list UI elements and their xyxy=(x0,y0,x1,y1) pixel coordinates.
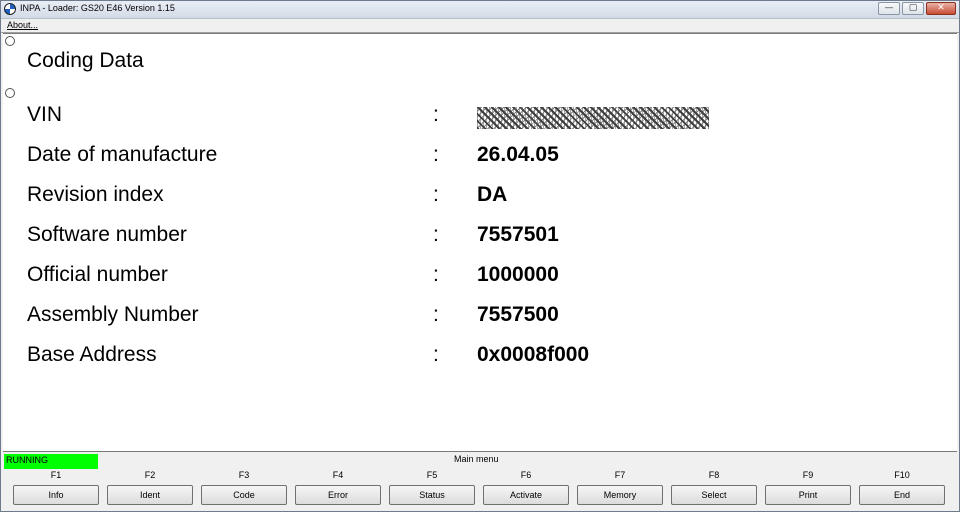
fkey-f4: F4 Error xyxy=(295,470,381,508)
info-button[interactable]: Info xyxy=(13,485,99,505)
menu-bar: About... xyxy=(1,19,959,33)
row-label: Assembly Number xyxy=(27,303,199,326)
function-key-panel: RUNNING Main menu F1 Info F2 Ident F3 Co… xyxy=(3,451,957,510)
row-value: 7557501 xyxy=(477,223,559,246)
row-label: Base Address xyxy=(27,343,157,366)
main-content: Coding Data VIN : Date of manufacture : … xyxy=(3,33,957,451)
fkey-label: F1 xyxy=(50,470,62,480)
fkey-label: F2 xyxy=(144,470,156,480)
fkey-f10: F10 End xyxy=(859,470,945,508)
row-value: 7557500 xyxy=(477,303,559,326)
minimize-button[interactable]: — xyxy=(878,2,900,15)
row-label: Official number xyxy=(27,263,168,286)
bmw-logo-icon xyxy=(4,3,16,15)
end-button[interactable]: End xyxy=(859,485,945,505)
menu-about[interactable]: About... xyxy=(7,20,38,30)
row-value: DA xyxy=(477,183,508,206)
ident-button[interactable]: Ident xyxy=(107,485,193,505)
base-address-row: Base Address : 0x0008f000 xyxy=(27,343,927,369)
fkey-label: F9 xyxy=(802,470,814,480)
fkey-f1: F1 Info xyxy=(13,470,99,508)
select-button[interactable]: Select xyxy=(671,485,757,505)
fkey-label: F10 xyxy=(894,470,910,480)
fkey-label: F5 xyxy=(426,470,438,480)
fkey-f3: F3 Code xyxy=(201,470,287,508)
official-number-row: Official number : 1000000 xyxy=(27,263,927,289)
fkey-label: F4 xyxy=(332,470,344,480)
fkey-label: F6 xyxy=(520,470,532,480)
fkey-f5: F5 Status xyxy=(389,470,475,508)
row-colon: : xyxy=(433,143,439,166)
menu-title: Main menu xyxy=(454,454,499,464)
close-button[interactable]: ✕ xyxy=(926,2,956,15)
row-label: VIN xyxy=(27,103,63,126)
row-value: 26.04.05 xyxy=(477,143,559,166)
page-title: Coding Data xyxy=(27,49,144,72)
code-button[interactable]: Code xyxy=(201,485,287,505)
status-badge: RUNNING xyxy=(4,454,98,469)
fkey-bar: F1 Info F2 Ident F3 Code F4 Error F5 Sta… xyxy=(13,470,953,508)
fkey-label: F3 xyxy=(238,470,250,480)
error-button[interactable]: Error xyxy=(295,485,381,505)
row-colon: : xyxy=(433,303,439,326)
fkey-f9: F9 Print xyxy=(765,470,851,508)
activate-button[interactable]: Activate xyxy=(483,485,569,505)
row-label: Date of manufacture xyxy=(27,143,218,166)
row-colon: : xyxy=(433,103,439,126)
app-window: INPA - Loader: GS20 E46 Version 1.15 — ▢… xyxy=(0,0,960,512)
row-colon: : xyxy=(433,343,439,366)
fkey-f8: F8 Select xyxy=(671,470,757,508)
status-button[interactable]: Status xyxy=(389,485,475,505)
fkey-f2: F2 Ident xyxy=(107,470,193,508)
radio-button[interactable] xyxy=(5,88,15,98)
vin-redacted-value xyxy=(477,107,709,129)
row-value: 0x0008f000 xyxy=(477,343,590,366)
memory-button[interactable]: Memory xyxy=(577,485,663,505)
fkey-label: F7 xyxy=(614,470,626,480)
row-value: 1000000 xyxy=(477,263,559,286)
window-controls: — ▢ ✕ xyxy=(878,2,956,15)
revision-index-row: Revision index : DA xyxy=(27,183,927,209)
fkey-label: F8 xyxy=(708,470,720,480)
software-number-row: Software number : 7557501 xyxy=(27,223,927,249)
radio-button[interactable] xyxy=(5,36,15,46)
row-colon: : xyxy=(433,263,439,286)
maximize-button[interactable]: ▢ xyxy=(902,2,924,15)
fkey-f7: F7 Memory xyxy=(577,470,663,508)
row-label: Revision index xyxy=(27,183,164,206)
window-title: INPA - Loader: GS20 E46 Version 1.15 xyxy=(20,3,175,13)
assembly-number-row: Assembly Number : 7557500 xyxy=(27,303,927,329)
print-button[interactable]: Print xyxy=(765,485,851,505)
row-colon: : xyxy=(433,223,439,246)
fkey-f6: F6 Activate xyxy=(483,470,569,508)
row-label: Software number xyxy=(27,223,187,246)
row-colon: : xyxy=(433,183,439,206)
title-bar[interactable]: INPA - Loader: GS20 E46 Version 1.15 — ▢… xyxy=(1,1,959,19)
date-of-manufacture-row: Date of manufacture : 26.04.05 xyxy=(27,143,927,169)
vin-row: VIN : xyxy=(27,103,927,129)
